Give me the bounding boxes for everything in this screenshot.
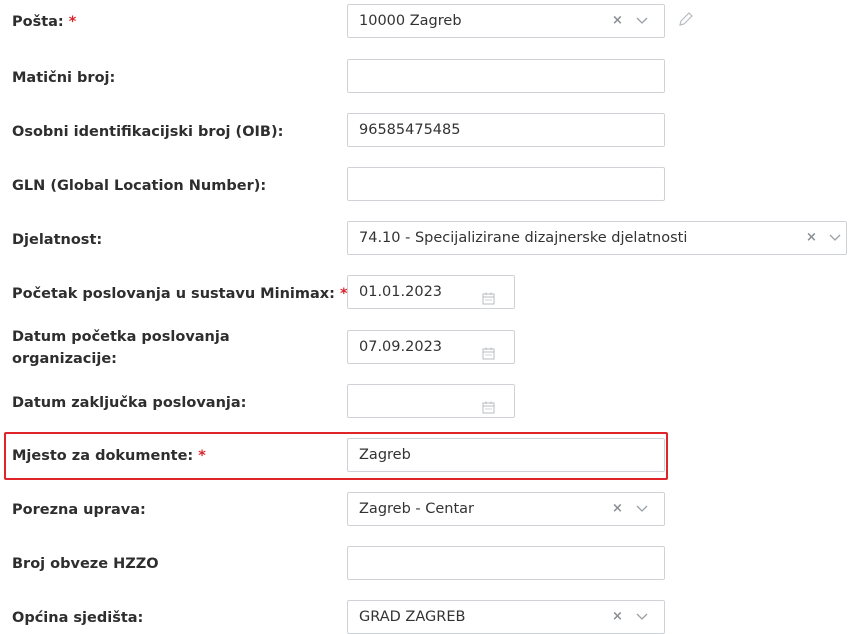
datum-pocetka-label: Datum početka poslovanja organizacije: [12, 327, 230, 369]
mjesto-label: Mjesto za dokumente: * [12, 446, 206, 466]
hzzo-label-text: Broj obveze HZZO [12, 556, 159, 572]
clear-icon[interactable]: × [612, 493, 623, 525]
mjesto-input[interactable]: Zagreb [347, 438, 665, 472]
datum-zakljucka-datepicker[interactable] [347, 384, 515, 418]
datum-pocetka-value: 07.09.2023 [359, 339, 443, 355]
required-marker: * [198, 448, 206, 464]
oib-input[interactable]: 96585475485 [347, 113, 665, 147]
maticni-label-text: Matični broj: [12, 70, 116, 86]
posta-select[interactable]: 10000 Zagreb × [347, 4, 665, 38]
datum-zakljucka-label: Datum zaključka poslovanja: [12, 393, 246, 413]
calendar-icon[interactable] [482, 394, 495, 426]
hzzo-label: Broj obveze HZZO [12, 554, 159, 574]
djelatnost-select[interactable]: 74.10 - Specijalizirane dizajnerske djel… [347, 221, 847, 255]
porezna-select[interactable]: Zagreb - Centar × [347, 492, 665, 526]
clear-icon[interactable]: × [612, 601, 623, 633]
chevron-down-icon[interactable] [829, 222, 843, 254]
datum-pocetka-label-line2: organizacije: [12, 351, 117, 367]
pocetak-minimax-value: 01.01.2023 [359, 284, 443, 300]
pocetak-minimax-label: Početak poslovanja u sustavu Minimax: * [12, 284, 348, 304]
chevron-down-icon[interactable] [636, 493, 650, 525]
posta-value: 10000 Zagreb [359, 13, 462, 29]
datum-zakljucka-label-text: Datum zaključka poslovanja: [12, 395, 247, 411]
required-marker: * [68, 14, 77, 30]
porezna-label-text: Porezna uprava: [12, 502, 146, 518]
djelatnost-label: Djelatnost: [12, 230, 102, 250]
gln-label: GLN (Global Location Number): [12, 176, 266, 196]
maticni-input[interactable] [347, 59, 665, 93]
opcina-label: Općina sjedišta: [12, 608, 143, 628]
oib-label: Osobni identifikacijski broj (OIB): [12, 122, 283, 142]
gln-input[interactable] [347, 167, 665, 201]
mjesto-label-text: Mjesto za dokumente: [12, 448, 194, 464]
hzzo-input[interactable] [347, 546, 665, 580]
datum-pocetka-datepicker[interactable]: 07.09.2023 [347, 330, 515, 364]
clear-icon[interactable]: × [806, 222, 817, 254]
opcina-label-text: Općina sjedišta: [12, 610, 144, 626]
djelatnost-value: 74.10 - Specijalizirane dizajnerske djel… [359, 230, 688, 246]
chevron-down-icon[interactable] [636, 5, 650, 37]
clear-icon[interactable]: × [612, 5, 623, 37]
pocetak-minimax-label-text: Početak poslovanja u sustavu Minimax: [12, 286, 335, 302]
oib-label-text: Osobni identifikacijski broj (OIB): [12, 124, 284, 140]
chevron-down-icon[interactable] [636, 601, 650, 633]
djelatnost-label-text: Djelatnost: [12, 232, 103, 248]
datum-pocetka-label-line1: Datum početka poslovanja [12, 329, 230, 345]
opcina-select[interactable]: GRAD ZAGREB × [347, 600, 665, 634]
maticni-label: Matični broj: [12, 68, 115, 88]
gln-label-text: GLN (Global Location Number): [12, 178, 267, 194]
calendar-icon[interactable] [482, 285, 495, 317]
pocetak-minimax-datepicker[interactable]: 01.01.2023 [347, 275, 515, 309]
posta-label-text: Pošta: [12, 14, 64, 30]
posta-label: Pošta: * [12, 12, 76, 32]
calendar-icon[interactable] [482, 340, 495, 372]
pencil-icon[interactable] [678, 11, 694, 31]
opcina-value: GRAD ZAGREB [359, 609, 466, 625]
porezna-value: Zagreb - Centar [359, 501, 475, 517]
porezna-label: Porezna uprava: [12, 500, 146, 520]
